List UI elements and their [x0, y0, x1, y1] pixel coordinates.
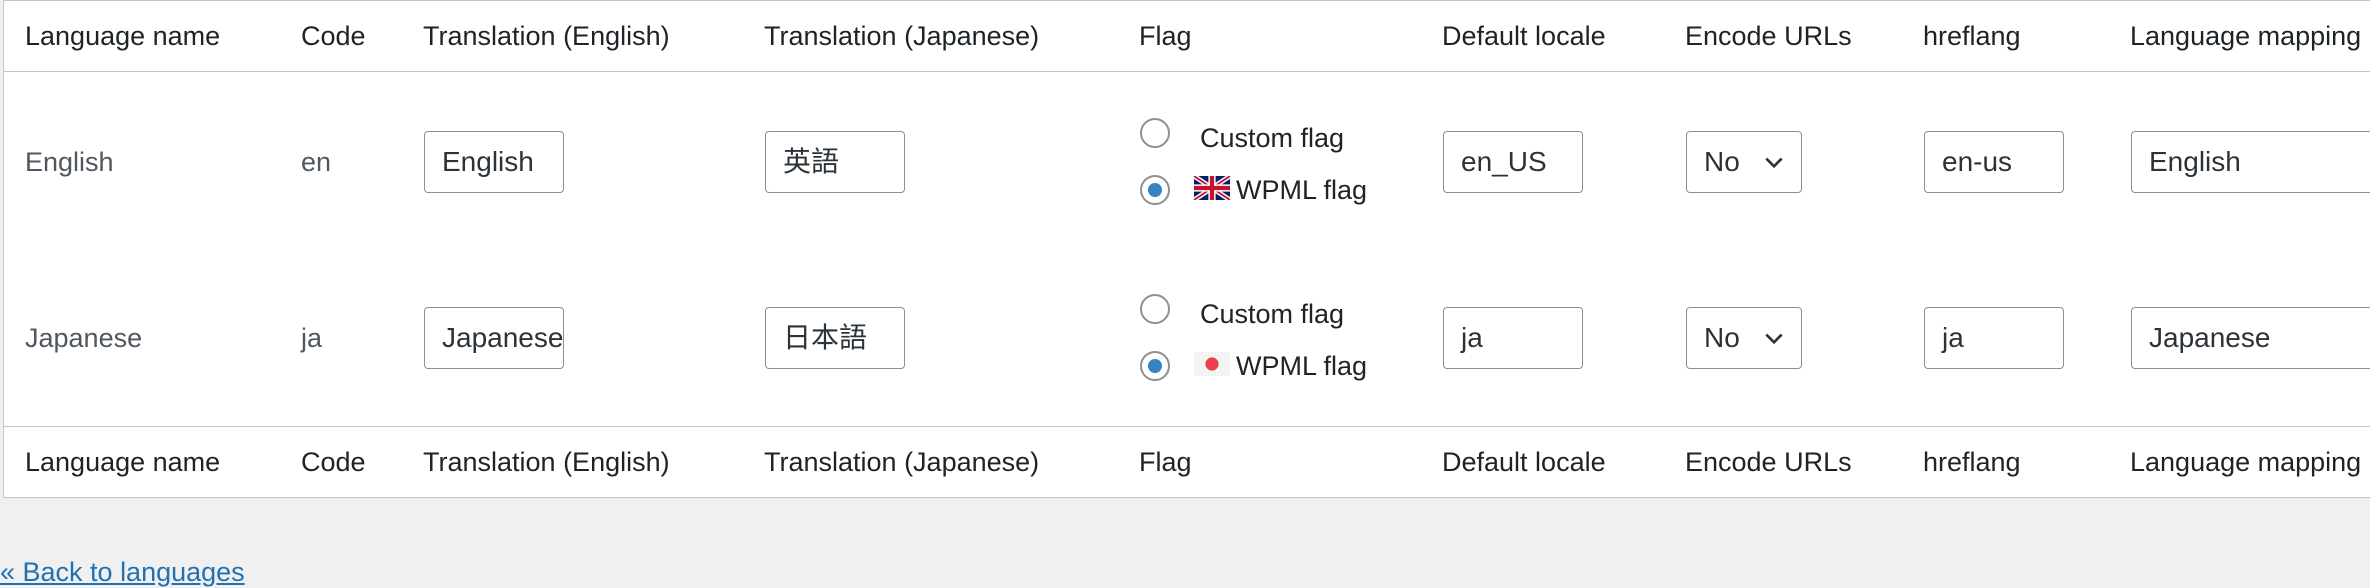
encode-urls-select[interactable]: No: [1686, 131, 1802, 193]
column-header-translation-english: Translation (English): [423, 21, 670, 51]
encode-urls-value: No: [1704, 322, 1740, 353]
uk-flag-icon: [1194, 176, 1230, 200]
languages-edit-table: Language name Code Translation (English)…: [3, 0, 2370, 498]
custom-flag-radio[interactable]: [1140, 118, 1170, 148]
encode-urls-select[interactable]: No: [1686, 307, 1802, 369]
column-header-language-mapping: Language mapping: [2130, 447, 2362, 477]
encode-urls-value: No: [1704, 146, 1740, 177]
column-header-translation-english: Translation (English): [423, 447, 670, 477]
column-header-code: Code: [301, 447, 366, 477]
default-locale-input[interactable]: ja: [1443, 307, 1583, 369]
language-mapping-value: Japanese: [2149, 322, 2271, 353]
language-code: ja: [301, 323, 323, 353]
language-mapping-value: English: [2149, 146, 2241, 177]
translation-japanese-input[interactable]: 日本語: [765, 307, 905, 369]
language-name: Japanese: [25, 323, 143, 353]
column-header-language-mapping: Language mapping: [2130, 21, 2362, 51]
wpml-flag-label: WPML flag: [1236, 175, 1368, 205]
column-header-hreflang: hreflang: [1923, 21, 2021, 51]
column-header-flag: Flag: [1139, 21, 1192, 51]
translation-english-input[interactable]: Japanese: [424, 307, 564, 369]
table-footer: Language name Code Translation (English)…: [4, 426, 2370, 499]
column-header-code: Code: [301, 21, 366, 51]
chevron-down-icon: [1765, 333, 1783, 345]
column-header-encode-urls: Encode URLs: [1685, 21, 1852, 51]
column-header-default-locale: Default locale: [1442, 447, 1606, 477]
custom-flag-radio[interactable]: [1140, 294, 1170, 324]
hreflang-input[interactable]: en-us: [1924, 131, 2064, 193]
table-header: Language name Code Translation (English)…: [4, 1, 2370, 72]
custom-flag-label: Custom flag: [1200, 299, 1345, 329]
language-mapping-select[interactable]: Japanese: [2131, 307, 2370, 369]
wpml-flag-label: WPML flag: [1236, 351, 1368, 381]
column-header-flag: Flag: [1139, 447, 1192, 477]
language-code: en: [301, 147, 332, 177]
column-header-hreflang: hreflang: [1923, 447, 2021, 477]
column-header-translation-japanese: Translation (Japanese): [764, 447, 1040, 477]
back-to-languages-link[interactable]: « Back to languages: [0, 557, 245, 588]
language-name: English: [25, 147, 114, 177]
default-locale-input[interactable]: en_US: [1443, 131, 1583, 193]
translation-japanese-input[interactable]: 英語: [765, 131, 905, 193]
language-mapping-select[interactable]: English: [2131, 131, 2370, 193]
column-header-language-name: Language name: [25, 21, 221, 51]
wpml-flag-radio[interactable]: [1140, 351, 1170, 381]
column-header-default-locale: Default locale: [1442, 21, 1606, 51]
column-header-translation-japanese: Translation (Japanese): [764, 21, 1040, 51]
translation-english-input[interactable]: English: [424, 131, 564, 193]
wpml-flag-radio[interactable]: [1140, 175, 1170, 205]
column-header-language-name: Language name: [25, 447, 221, 477]
japan-flag-icon: [1194, 352, 1230, 376]
chevron-down-icon: [1765, 157, 1783, 169]
column-header-encode-urls: Encode URLs: [1685, 447, 1852, 477]
hreflang-input[interactable]: ja: [1924, 307, 2064, 369]
custom-flag-label: Custom flag: [1200, 123, 1345, 153]
